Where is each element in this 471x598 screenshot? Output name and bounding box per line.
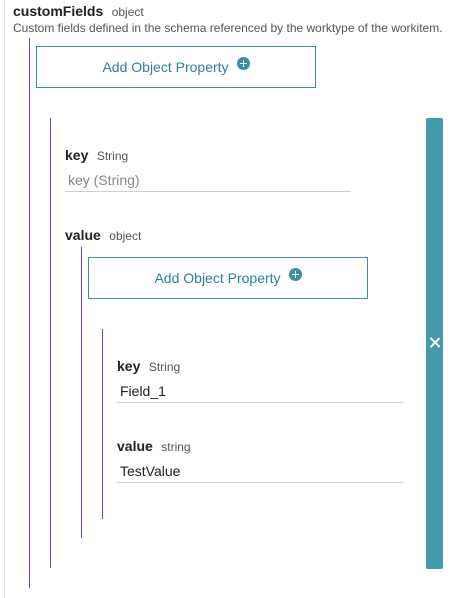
- plus-circle-icon: [236, 56, 250, 70]
- nested-key-type: String: [148, 360, 181, 374]
- plus-circle-icon: [288, 267, 302, 281]
- add-nested-object-property-button[interactable]: Add Object Property: [88, 257, 368, 299]
- nested-value-label: value string: [117, 438, 191, 456]
- tree-line-level-3: [81, 247, 82, 538]
- tree-line-level-2: [50, 118, 51, 568]
- custom-fields-name: customFields: [13, 3, 104, 19]
- entry-value-type: object: [109, 229, 142, 243]
- custom-fields-description: Custom fields defined in the schema refe…: [13, 21, 443, 35]
- entry-value-name: value: [65, 227, 101, 243]
- nested-key-name: key: [117, 358, 141, 374]
- tree-line-level-4: [102, 329, 103, 519]
- add-object-property-label: Add Object Property: [102, 59, 229, 75]
- entry-key-name: key: [65, 147, 89, 163]
- nested-key-input[interactable]: [117, 379, 403, 403]
- nested-value-input[interactable]: [117, 459, 403, 483]
- add-nested-object-property-label: Add Object Property: [154, 270, 281, 286]
- custom-fields-header: customFields object: [13, 3, 144, 21]
- nested-value-name: value: [117, 438, 153, 454]
- entry-key-input[interactable]: [65, 168, 351, 192]
- panel-left-border: [4, 0, 5, 598]
- entry-key-label: key String: [65, 147, 128, 165]
- entry-value-label: value object: [65, 227, 141, 245]
- entry-key-type: String: [96, 149, 129, 163]
- nested-key-label: key String: [117, 358, 180, 376]
- remove-entry-button[interactable]: [426, 118, 443, 569]
- close-icon: [429, 337, 440, 348]
- custom-fields-type: object: [111, 5, 144, 19]
- nested-value-type: string: [161, 440, 191, 454]
- tree-line-level-1: [29, 38, 30, 588]
- add-object-property-button[interactable]: Add Object Property: [36, 46, 316, 88]
